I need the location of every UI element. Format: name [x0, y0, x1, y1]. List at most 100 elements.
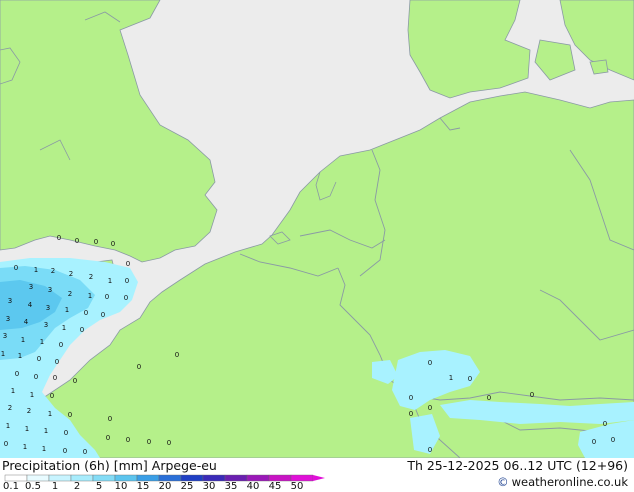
legend-tick-label: 5 — [95, 481, 103, 492]
grid-value: 3 — [48, 286, 52, 294]
grid-value: 2 — [8, 404, 12, 412]
legend-arrow-icon — [313, 475, 325, 481]
grid-value: 0 — [84, 309, 88, 317]
grid-value: 0 — [50, 392, 54, 400]
grid-value: 2 — [89, 273, 93, 281]
copyright-icon: © — [497, 475, 509, 489]
grid-value: 0 — [611, 436, 615, 444]
grid-value: 3 — [46, 304, 50, 312]
grid-value: 1 — [65, 306, 69, 314]
grid-value: 0 — [167, 439, 171, 447]
grid-value: 1 — [21, 336, 25, 344]
grid-value: 0 — [59, 341, 63, 349]
legend-tick-label: 1 — [51, 481, 59, 492]
grid-value: 1 — [30, 391, 34, 399]
grid-value: 0 — [124, 294, 128, 302]
grid-value: 1 — [449, 374, 453, 382]
grid-value: 0 — [428, 446, 432, 454]
grid-value: 0 — [34, 373, 38, 381]
grid-value: 0 — [428, 359, 432, 367]
grid-value: 2 — [27, 407, 31, 415]
grid-value: 0 — [603, 420, 607, 428]
credit-text: weatheronline.co.uk — [511, 475, 628, 489]
grid-value: 3 — [29, 283, 33, 291]
grid-value: 0 — [15, 370, 19, 378]
grid-value: 1 — [40, 338, 44, 346]
grid-value: 0 — [73, 377, 77, 385]
grid-value: 0 — [111, 240, 115, 248]
grid-value: 0 — [75, 237, 79, 245]
grid-value: 0 — [37, 355, 41, 363]
grid-value: 1 — [6, 422, 10, 430]
grid-value: 0 — [80, 326, 84, 334]
grid-value: 0 — [468, 375, 472, 383]
grid-value: 4 — [28, 301, 33, 309]
legend-tick-label: 30 — [202, 481, 216, 492]
grid-value: 0 — [68, 411, 72, 419]
grid-value: 0 — [147, 438, 151, 446]
legend-tick-label: 45 — [268, 481, 282, 492]
grid-value: 0 — [64, 429, 68, 437]
grid-value: 0 — [101, 311, 105, 319]
grid-value: 2 — [69, 270, 73, 278]
grid-value: 0 — [125, 277, 129, 285]
grid-value: 0 — [126, 436, 130, 444]
grid-value: 0 — [55, 358, 59, 366]
grid-value: 0 — [57, 234, 61, 242]
grid-value: 1 — [42, 445, 46, 453]
grid-value: 0 — [4, 440, 8, 448]
grid-value: 3 — [8, 297, 12, 305]
grid-value: 0 — [105, 293, 109, 301]
legend-tick-label: 50 — [290, 481, 304, 492]
grid-value: 0 — [108, 415, 112, 423]
grid-value: 2 — [68, 290, 72, 298]
grid-value: 0 — [83, 448, 87, 456]
grid-value: 2 — [51, 267, 55, 275]
precipitation-map: 0 1 2 2 2 1 0 0 0 0 0 0 3 3 2 1 0 0 3 4 3 1 0 0 3 4 3 1 0 3 1 1 0 1 1 0 0 0 0 0… — [0, 0, 634, 458]
grid-value: 1 — [88, 292, 92, 300]
legend-tick-label: 0.5 — [25, 481, 41, 492]
grid-value: 0 — [428, 404, 432, 412]
map-canvas: 0 1 2 2 2 1 0 0 0 0 0 0 3 3 2 1 0 0 3 4 3 1 0 0 3 4 3 1 0 3 1 1 0 1 1 0 0 0 0 0… — [0, 0, 634, 458]
grid-value: 0 — [94, 238, 98, 246]
legend-tick-label: 0.1 — [3, 481, 19, 492]
legend-tick-label: 20 — [158, 481, 172, 492]
grid-value: 1 — [44, 427, 48, 435]
grid-value: 0 — [14, 264, 18, 272]
grid-value: 0 — [175, 351, 179, 359]
grid-value: 0 — [530, 391, 534, 399]
legend-tick-label: 15 — [136, 481, 150, 492]
grid-value: 0 — [106, 434, 110, 442]
grid-value: 1 — [48, 410, 52, 418]
legend-tick-label: 35 — [224, 481, 238, 492]
grid-value: 3 — [3, 332, 7, 340]
legend-tick-label: 40 — [246, 481, 260, 492]
precipitation-legend: 0.1 0.5 1 2 5 10 15 20 25 30 35 40 45 50 — [0, 474, 330, 492]
grid-value: 0 — [137, 363, 141, 371]
map-title: Precipitation (6h) [mm] Arpege-eu — [2, 458, 217, 473]
grid-value: 0 — [53, 374, 57, 382]
grid-value: 3 — [6, 315, 10, 323]
grid-value: 1 — [18, 352, 22, 360]
grid-value: 0 — [409, 394, 413, 402]
grid-value: 0 — [592, 438, 596, 446]
grid-value: 1 — [62, 324, 66, 332]
legend-tick-label: 10 — [114, 481, 128, 492]
map-footer: Precipitation (6h) [mm] Arpege-eu Th 25-… — [0, 458, 634, 492]
legend-tick-label: 25 — [180, 481, 194, 492]
grid-value: 1 — [23, 443, 27, 451]
grid-value: 3 — [44, 321, 48, 329]
grid-value: 0 — [409, 410, 413, 418]
grid-value: 1 — [108, 277, 112, 285]
legend-tick-label: 2 — [73, 481, 81, 492]
grid-value: 1 — [11, 387, 15, 395]
credit-link[interactable]: © weatheronline.co.uk — [497, 475, 628, 489]
land-denmark — [407, 0, 531, 99]
grid-value: 4 — [24, 318, 29, 326]
forecast-time: Th 25-12-2025 06..12 UTC (12+96) — [407, 458, 628, 473]
grid-value: 1 — [25, 425, 29, 433]
grid-value: 1 — [1, 350, 5, 358]
grid-value: 0 — [63, 447, 67, 455]
grid-value: 0 — [126, 260, 130, 268]
grid-value: 0 — [487, 394, 491, 402]
